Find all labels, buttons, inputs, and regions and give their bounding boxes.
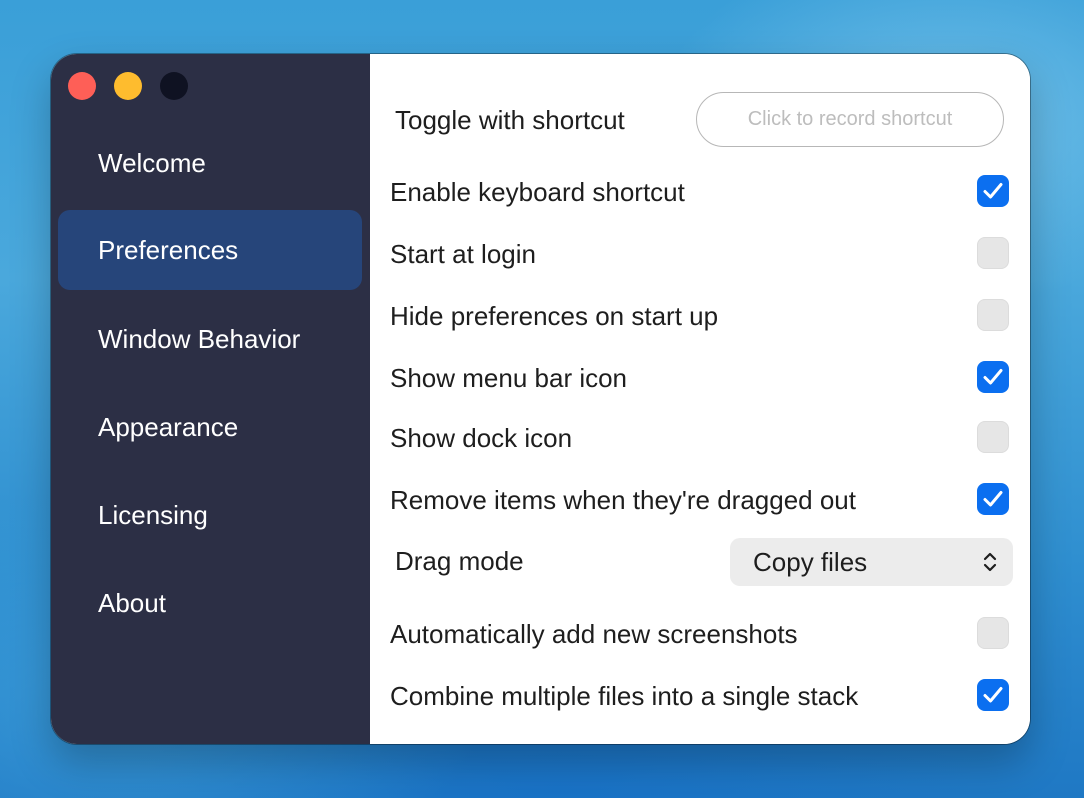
- show-menu-bar-icon-checkbox[interactable]: [977, 361, 1009, 393]
- sidebar-item-appearance[interactable]: Appearance: [58, 387, 362, 467]
- sidebar-item-label: Preferences: [98, 234, 239, 265]
- toggle-shortcut-label: Toggle with shortcut: [395, 105, 625, 135]
- option-label-show-menu-bar-icon: Show menu bar icon: [390, 363, 628, 393]
- option-label-auto-add-screenshots: Automatically add new screenshots: [390, 619, 798, 649]
- option-label-combine-files: Combine multiple files into a single sta…: [390, 681, 859, 711]
- option-label-hide-preferences: Hide preferences on start up: [390, 301, 719, 331]
- remove-items-checkbox[interactable]: [977, 483, 1009, 515]
- sidebar-item-licensing[interactable]: Licensing: [58, 475, 362, 555]
- drag-mode-select[interactable]: Copy files: [730, 538, 1013, 586]
- show-dock-icon-checkbox[interactable]: [977, 421, 1009, 453]
- hide-preferences-checkbox[interactable]: [977, 299, 1009, 331]
- auto-add-screenshots-checkbox[interactable]: [977, 617, 1009, 649]
- option-label-start-at-login: Start at login: [390, 239, 536, 269]
- chevron-updown-icon: [983, 552, 997, 572]
- record-shortcut-button[interactable]: Click to record shortcut: [696, 92, 1004, 147]
- sidebar-item-label: Window Behavior: [98, 323, 301, 354]
- window-close-button[interactable]: [68, 72, 96, 100]
- sidebar-item-preferences[interactable]: Preferences: [58, 210, 362, 290]
- checkmark-icon: [983, 491, 1003, 507]
- window-minimize-button[interactable]: [114, 72, 142, 100]
- enable-keyboard-shortcut-checkbox[interactable]: [977, 175, 1009, 207]
- checkmark-icon: [983, 369, 1003, 385]
- sidebar-item-window-behavior[interactable]: Window Behavior: [58, 299, 362, 379]
- combine-files-checkbox[interactable]: [977, 679, 1009, 711]
- sidebar-item-label: Appearance: [98, 411, 239, 442]
- sidebar: Welcome Preferences Window Behavior Appe…: [51, 54, 370, 744]
- sidebar-item-about[interactable]: About: [58, 563, 362, 643]
- option-label-show-dock-icon: Show dock icon: [390, 423, 573, 453]
- sidebar-item-label: About: [98, 587, 166, 618]
- checkmark-icon: [983, 687, 1003, 703]
- option-label-enable-keyboard-shortcut: Enable keyboard shortcut: [390, 177, 685, 207]
- preferences-window: Welcome Preferences Window Behavior Appe…: [51, 54, 1030, 744]
- window-zoom-button[interactable]: [160, 72, 188, 100]
- sidebar-item-welcome[interactable]: Welcome: [58, 123, 362, 203]
- sidebar-item-label: Licensing: [98, 499, 208, 530]
- start-at-login-checkbox[interactable]: [977, 237, 1009, 269]
- preferences-panel: Toggle with shortcut Click to record sho…: [370, 54, 1030, 744]
- drag-mode-label: Drag mode: [395, 546, 524, 576]
- option-label-remove-items: Remove items when they're dragged out: [390, 485, 856, 515]
- checkmark-icon: [983, 183, 1003, 199]
- drag-mode-value: Copy files: [753, 546, 868, 577]
- sidebar-item-label: Welcome: [98, 147, 206, 178]
